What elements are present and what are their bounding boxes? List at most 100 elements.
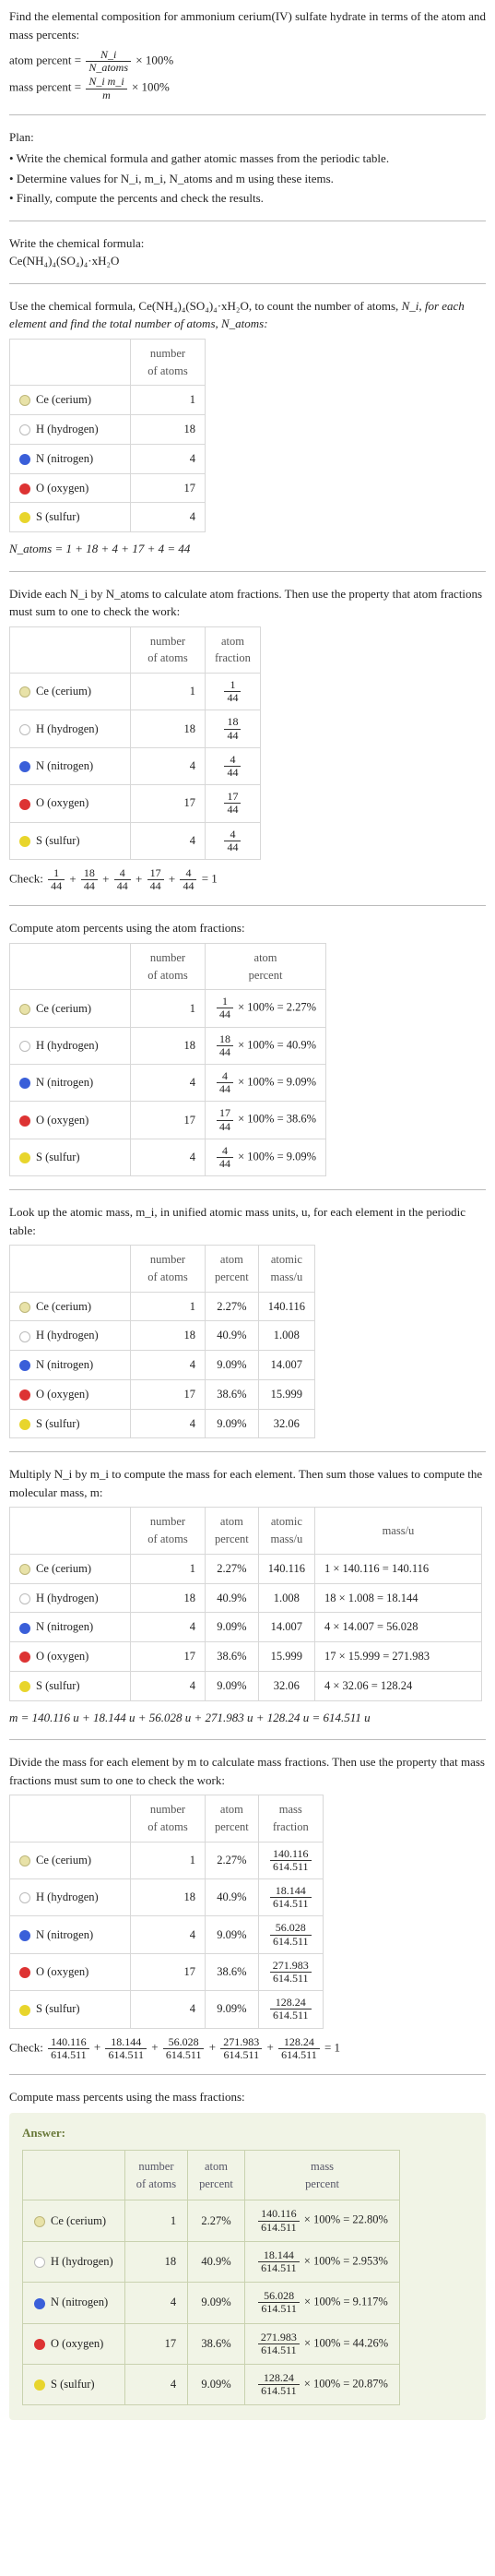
num-atoms-cell: 18 [131, 710, 206, 747]
answer-table: numberof atoms atompercent masspercent C… [22, 2150, 400, 2405]
atom-percent-cell: 38.6% [188, 2323, 245, 2364]
element-cell: Ce (cerium) [10, 1554, 131, 1583]
col-atomic-mass: atomicmass/u [258, 1508, 314, 1555]
fraction: 144 [215, 996, 235, 1020]
atom-percent-cell: 2.27% [206, 1842, 259, 1878]
element-cell: O (oxygen) [10, 1379, 131, 1409]
fraction: 18.144614.511 [103, 2036, 148, 2061]
table-row: N (nitrogen) 4 9.09% 56.028614.511 [10, 1916, 324, 1953]
check-fractions: Check: 144 + 1844 + 444 + 1744 + 444 = 1 [9, 867, 486, 892]
table-row: S (sulfur) 4 444 [10, 822, 261, 859]
answer-label: Answer: [22, 2124, 473, 2142]
num-atoms-cell: 17 [131, 473, 206, 503]
element-cell: Ce (cerium) [10, 1842, 131, 1878]
element-cell: S (sulfur) [10, 503, 131, 532]
divider [9, 571, 486, 572]
element-cell: Ce (cerium) [10, 386, 131, 415]
num-atoms-cell: 18 [124, 2241, 187, 2282]
mass-u-cell: 4 × 14.007 = 56.028 [314, 1613, 481, 1642]
table-row: N (nitrogen) 4 444 × 100% = 9.09% [10, 1065, 326, 1102]
fraction: 128.24614.511 [277, 2036, 322, 2061]
num-atoms-cell: 4 [124, 2364, 187, 2404]
element-cell: H (hydrogen) [10, 1027, 131, 1064]
mass-percent-lhs: mass percent = [9, 80, 81, 94]
mass-fraction-cell: 271.983614.511 [258, 1953, 323, 1990]
atom-percent-cell: 9.09% [188, 2364, 245, 2404]
table-row: O (oxygen) 17 1744 [10, 785, 261, 822]
n-dot-icon [19, 1078, 30, 1089]
num-atoms-cell: 17 [131, 785, 206, 822]
o-dot-icon [19, 1115, 30, 1127]
fraction: 444 [215, 1145, 235, 1170]
mass-computation-body: Ce (cerium) 1 2.27% 140.116 1 × 140.116 … [10, 1554, 482, 1700]
atomic-mass-cell: 140.116 [258, 1554, 314, 1583]
atom-percent-cell: 40.9% [188, 2241, 245, 2282]
col-num-atoms: numberof atoms [131, 1508, 206, 1555]
table-row: Ce (cerium) 1 144 × 100% = 2.27% [10, 990, 326, 1027]
num-atoms-cell: 17 [131, 1953, 206, 1990]
num-atoms-cell: 18 [131, 1879, 206, 1916]
h-dot-icon [19, 1331, 30, 1342]
fraction-denominator: N_atoms [86, 62, 131, 74]
fraction: 1744 [222, 791, 242, 816]
fraction: 444 [222, 754, 242, 779]
table-row: Ce (cerium) 1 144 [10, 674, 261, 710]
o-dot-icon [19, 1389, 30, 1401]
table-row: H (hydrogen) 18 40.9% 18.144614.511 × 10… [23, 2241, 400, 2282]
atomic-mass-cell: 14.007 [258, 1351, 314, 1380]
mass-percent-cell: 140.116614.511 × 100% = 22.80% [244, 2200, 399, 2241]
fraction: 444 [215, 1070, 235, 1095]
element-cell: O (oxygen) [10, 785, 131, 822]
atom-percent-cell: 40.9% [206, 1583, 259, 1613]
ce-dot-icon [19, 686, 30, 698]
atomic-mass-cell: 15.999 [258, 1379, 314, 1409]
atom-percent-cell: 9.09% [206, 1916, 259, 1953]
table-row: H (hydrogen) 18 1844 [10, 710, 261, 747]
fraction: 128.24614.511 [268, 1997, 313, 2021]
atomic-mass-cell: 32.06 [258, 1409, 314, 1438]
num-atoms-cell: 1 [131, 1292, 206, 1321]
fraction: 18.144614.511 [268, 1885, 313, 1910]
atomic-mass-cell: 1.008 [258, 1583, 314, 1613]
o-dot-icon [19, 483, 30, 495]
atom-percents-body: Ce (cerium) 1 144 × 100% = 2.27% H (hydr… [10, 990, 326, 1176]
atom-percent-cell: 2.27% [206, 1292, 259, 1321]
col-blank [10, 626, 131, 674]
table-row: O (oxygen) 17 38.6% 15.999 17 × 15.999 =… [10, 1642, 482, 1672]
count-atoms-intro-a: Use the chemical formula, Ce(NH₄)₄(SO₄)₄… [9, 299, 402, 313]
answer-box: Answer: numberof atoms atompercent massp… [9, 2113, 486, 2420]
element-cell: H (hydrogen) [10, 415, 131, 445]
s-dot-icon [19, 512, 30, 523]
divider [9, 114, 486, 115]
element-cell: N (nitrogen) [10, 1916, 131, 1953]
col-mass-u: mass/u [314, 1508, 481, 1555]
fraction: 56.028614.511 [268, 1922, 313, 1947]
table-row: N (nitrogen) 4 9.09% 14.007 [10, 1351, 315, 1380]
col-blank [10, 339, 131, 386]
table-row: O (oxygen) 17 1744 × 100% = 38.6% [10, 1102, 326, 1139]
s-dot-icon [19, 836, 30, 847]
ce-dot-icon [19, 1855, 30, 1866]
atom-percent-cell: 444 × 100% = 9.09% [206, 1139, 326, 1175]
table-row: S (sulfur) 4 [10, 503, 206, 532]
n-dot-icon [19, 1623, 30, 1634]
fraction: 140.116614.511 [268, 1848, 313, 1873]
num-atoms-cell: 1 [131, 674, 206, 710]
fraction: 144 [222, 679, 242, 704]
num-atoms-cell: 18 [131, 1321, 206, 1351]
element-cell: N (nitrogen) [23, 2283, 125, 2323]
table-row: H (hydrogen) 18 [10, 415, 206, 445]
h-dot-icon [19, 1892, 30, 1903]
num-atoms-cell: 4 [131, 747, 206, 784]
col-atomic-mass: atomicmass/u [258, 1246, 314, 1293]
atom-percent-cell: 9.09% [206, 1409, 259, 1438]
mass-percent-cell: 271.983614.511 × 100% = 44.26% [244, 2323, 399, 2364]
table-row: O (oxygen) 17 38.6% 15.999 [10, 1379, 315, 1409]
element-cell: H (hydrogen) [23, 2241, 125, 2282]
ce-dot-icon [34, 2216, 45, 2227]
table-row: Ce (cerium) 1 [10, 386, 206, 415]
element-cell: N (nitrogen) [10, 1351, 131, 1380]
fraction: 1844 [79, 867, 100, 892]
atom-fractions-body: Ce (cerium) 1 144 H (hydrogen) 18 1844 N… [10, 674, 261, 860]
mass-computation-section: Multiply N_i by m_i to compute the mass … [9, 1465, 486, 1726]
